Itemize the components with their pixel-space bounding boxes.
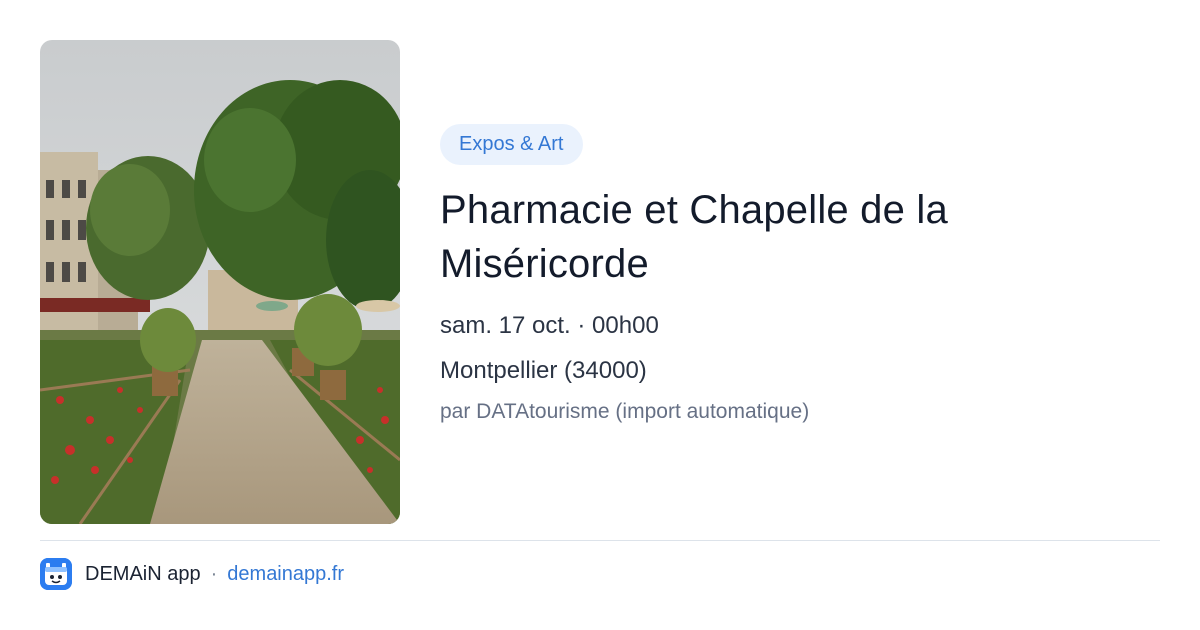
event-location: Montpellier (34000) [440, 357, 647, 384]
event-title-line1: Pharmacie et Chapelle de la [440, 188, 948, 232]
event-photo [40, 40, 400, 524]
footer: DEMAiN app · demainapp.fr [40, 557, 344, 591]
event-source: par DATAtourisme (import automatique) [440, 400, 810, 423]
event-date: sam. 17 oct. · 00h00 [440, 312, 659, 339]
event-title[interactable]: Pharmacie et Chapelle de la Miséricorde [440, 183, 1160, 291]
category-badge[interactable]: Expos & Art [440, 124, 583, 165]
footer-separator: · [210, 562, 218, 585]
event-card[interactable]: Expos & Art Pharmacie et Chapelle de la … [0, 0, 1200, 630]
footer-divider [40, 540, 1160, 541]
app-name: DEMAiN app [85, 562, 201, 585]
event-title-line2: Miséricorde [440, 242, 649, 286]
demain-app-icon[interactable] [40, 558, 72, 590]
app-website-link[interactable]: demainapp.fr [227, 563, 344, 586]
event-details: Expos & Art Pharmacie et Chapelle de la … [440, 124, 1160, 426]
